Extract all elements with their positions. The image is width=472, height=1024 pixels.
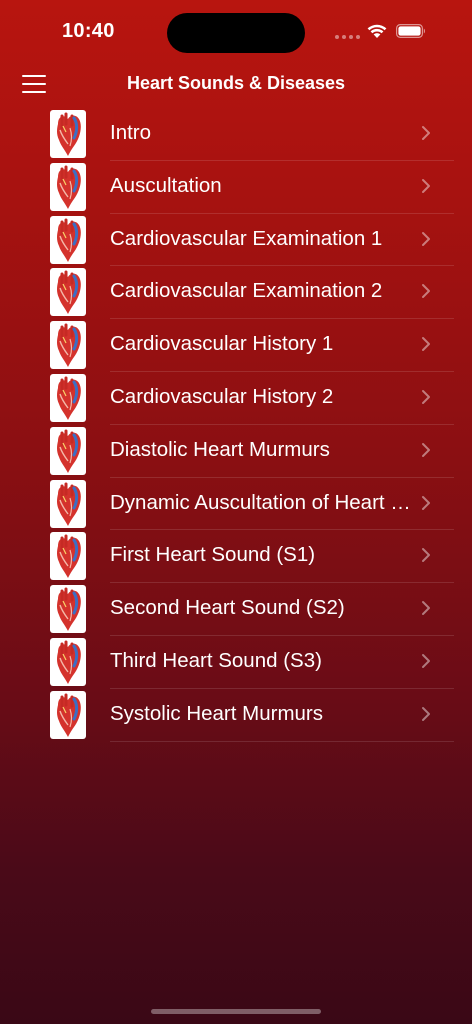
battery-icon (396, 24, 425, 38)
chevron-right-icon (422, 126, 430, 140)
anatomical-heart-icon (50, 268, 86, 317)
list-item-label: Second Heart Sound (S2) (110, 596, 345, 620)
list-item[interactable]: Cardiovascular Examination 2 (0, 266, 472, 320)
list-item-label: Cardiovascular Examination 1 (110, 226, 383, 250)
list-item[interactable]: Auscultation (0, 161, 472, 214)
anatomical-heart-icon (50, 215, 86, 264)
chevron-right-icon (422, 389, 430, 404)
status-bar: 10:40 (0, 0, 472, 64)
home-indicator (151, 1009, 321, 1014)
list-item[interactable]: Systolic Heart Murmurs (0, 689, 472, 742)
list-item-label: Cardiovascular History 1 (110, 332, 334, 356)
chevron-right-icon (422, 442, 430, 457)
list-item[interactable]: Dynamic Auscultation of Heart Murmurs (0, 478, 472, 531)
wifi-icon (367, 24, 387, 38)
list-item[interactable]: Cardiovascular Examination 1 (0, 214, 472, 267)
chevron-right-icon (422, 284, 430, 299)
chevron-right-icon (422, 548, 430, 563)
status-time: 10:40 (62, 20, 115, 42)
list-item[interactable]: Intro (0, 108, 472, 161)
list-item-label: First Heart Sound (S1) (110, 543, 316, 567)
chevron-right-icon (422, 178, 430, 193)
page-title: Heart Sounds & Diseases (126, 73, 346, 93)
chevron-right-icon (422, 706, 430, 721)
anatomical-heart-icon (50, 373, 86, 422)
chevron-right-icon (422, 495, 430, 510)
anatomical-heart-icon (50, 321, 86, 370)
anatomical-heart-icon (50, 637, 86, 686)
anatomical-heart-icon (50, 532, 86, 581)
list-item-label: Cardiovascular Examination 2 (110, 279, 383, 303)
list-item[interactable]: First Heart Sound (S1) (0, 530, 472, 584)
anatomical-heart-icon (50, 585, 86, 634)
anatomical-heart-icon (50, 110, 86, 158)
anatomical-heart-icon (50, 479, 86, 528)
list-item[interactable]: Cardiovascular History 2 (0, 372, 472, 425)
anatomical-heart-icon (50, 162, 86, 211)
list-item[interactable]: Second Heart Sound (S2) (0, 583, 472, 636)
list-item-label: Third Heart Sound (S3) (110, 648, 322, 672)
anatomical-heart-icon (50, 426, 86, 475)
list-item-label: Systolic Heart Murmurs (110, 701, 324, 725)
chevron-right-icon (422, 231, 430, 246)
list-item[interactable]: Cardiovascular History 1 (0, 319, 472, 372)
anatomical-heart-icon (50, 690, 86, 739)
row-divider (110, 740, 454, 742)
chevron-right-icon (422, 337, 430, 352)
list-item-label: Intro (110, 121, 152, 144)
list-item-label: Auscultation (110, 173, 222, 197)
navigation-bar: Heart Sounds & Diseases (0, 64, 472, 104)
chevron-right-icon (422, 653, 430, 668)
dynamic-island (167, 13, 305, 53)
list-item-label: Dynamic Auscultation of Heart Murmurs (110, 490, 412, 514)
list-item[interactable]: Diastolic Heart Murmurs (0, 425, 472, 478)
list-item-label: Diastolic Heart Murmurs (110, 437, 330, 461)
cellular-signal-icon (335, 35, 360, 39)
list-item-label: Cardiovascular History 2 (110, 384, 334, 408)
list-item[interactable]: Third Heart Sound (S3) (0, 636, 472, 689)
chevron-right-icon (422, 601, 430, 616)
topic-list: Intro Auscultation Cardiovascular Examin… (0, 108, 472, 742)
